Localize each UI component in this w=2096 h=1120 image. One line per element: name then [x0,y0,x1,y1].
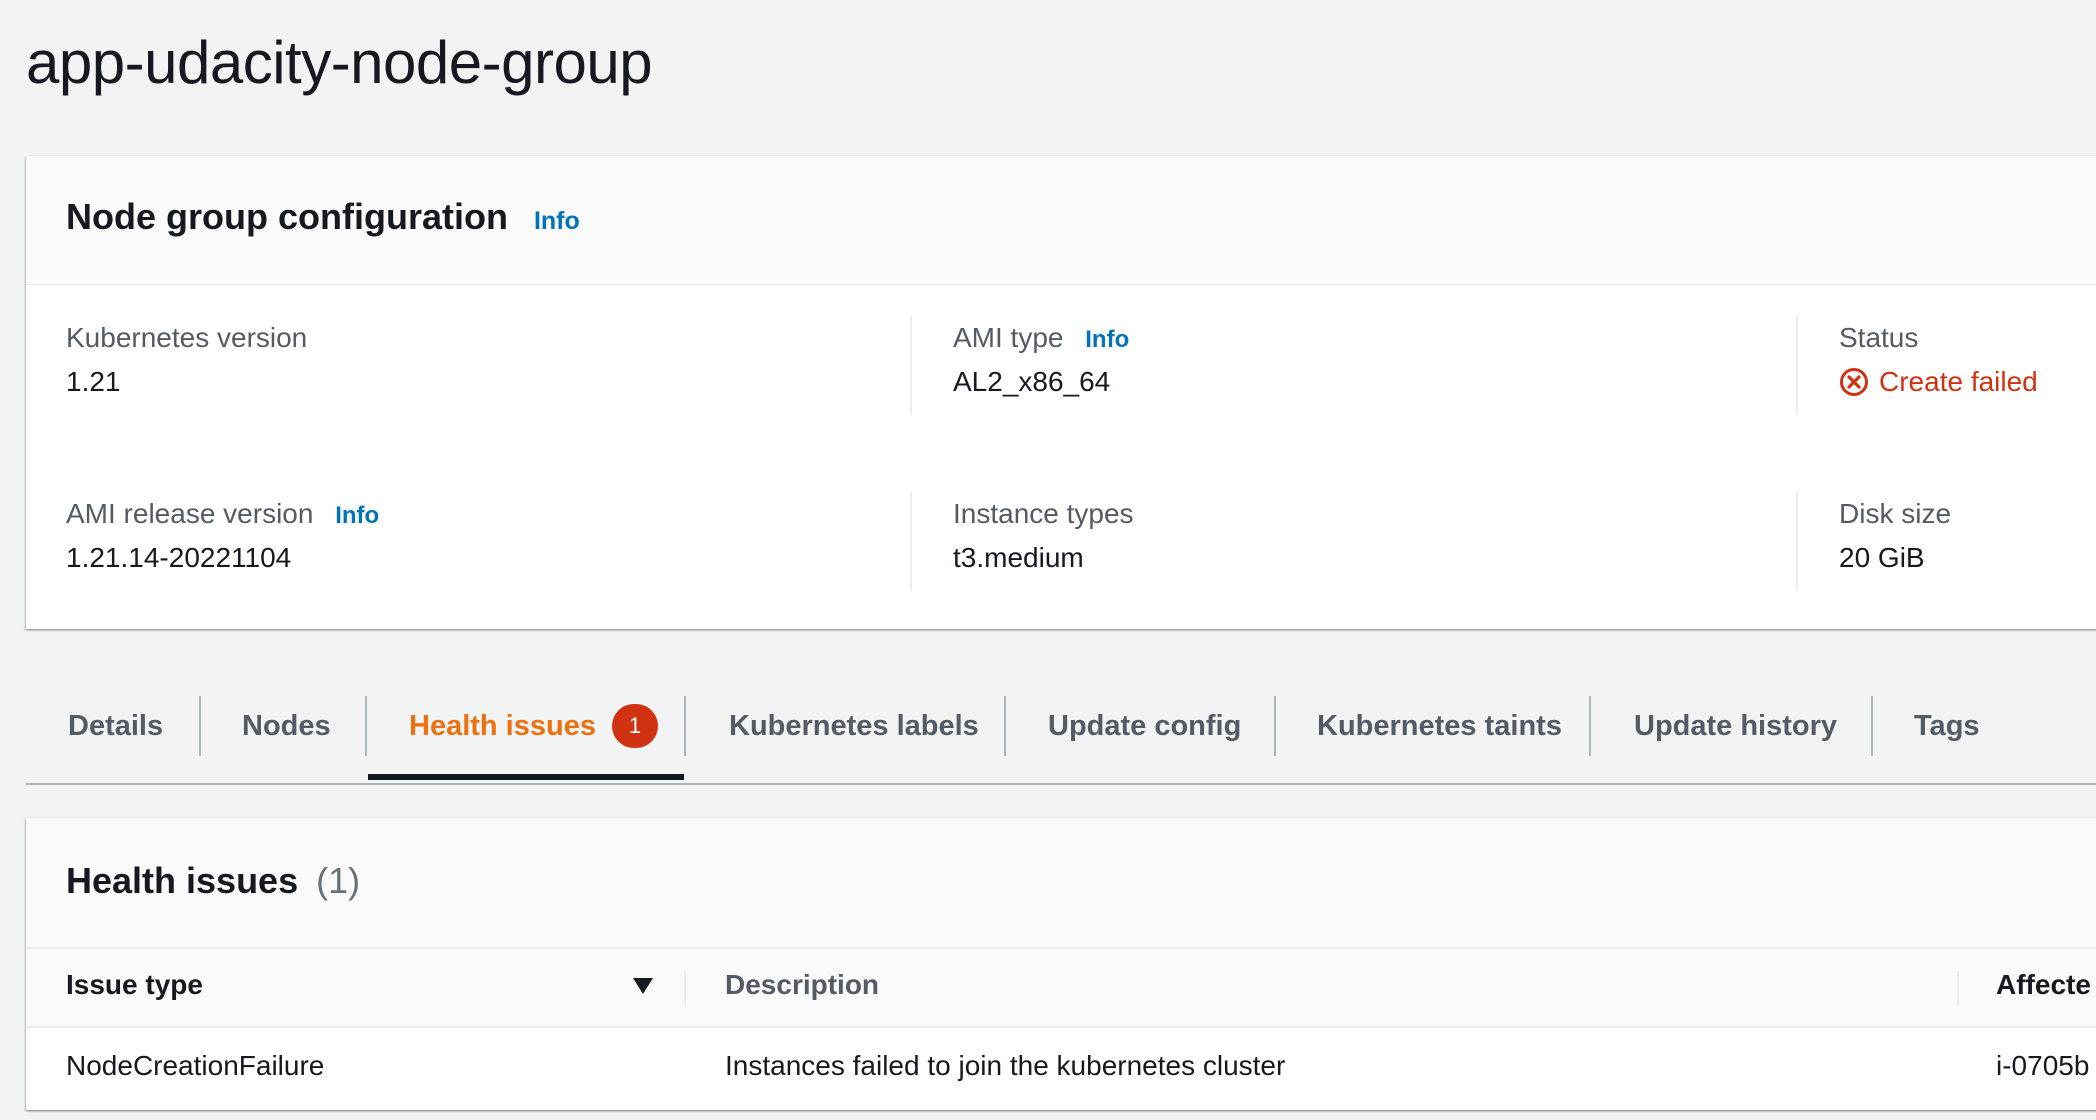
health-issues-title: Health issues (1) [66,860,360,902]
status-value: Create failed [1839,366,2038,398]
error-circle-x-icon [1839,367,1869,397]
instance-types-field: Instance types t3.medium [953,498,1134,574]
tab-bar: Details Nodes Health issues 1 Kubernetes… [26,670,2096,785]
kubernetes-version-label: Kubernetes version [66,322,308,353]
tab-separator [684,696,686,756]
status-label: Status [1839,322,1919,353]
health-issues-title-text: Health issues [66,860,299,901]
ami-type-label-row: AMI type Info [953,322,1129,354]
tab-separator [365,696,367,756]
panel-header: Node group configuration Info [26,156,2096,285]
cell-description: Instances failed to join the kubernetes … [725,1050,1286,1081]
tab-update-config[interactable]: Update config [1048,696,1241,756]
column-divider[interactable] [1957,971,1959,1007]
tab-separator [1871,696,1873,756]
column-header-affected[interactable]: Affecte [1996,969,2091,1001]
status-field: Status Create failed [1839,322,2038,398]
tab-separator [1274,696,1276,756]
health-issues-header: Health issues (1) [26,818,2096,947]
column-header-description[interactable]: Description [725,969,879,1001]
node-group-configuration-panel: Node group configuration Info Kubernetes… [26,156,2096,629]
health-issues-count-badge: 1 [611,704,658,748]
tab-separator [1004,696,1006,756]
cell-affected[interactable]: i-0705b [1996,1050,2089,1082]
panel-info-link[interactable]: Info [534,207,580,235]
ami-release-version-field: AMI release version Info 1.21.14-2022110… [66,498,379,574]
tab-separator [199,696,201,756]
ami-type-label: AMI type [953,322,1064,353]
health-issues-count: (1) [316,860,361,901]
ami-release-version-label: AMI release version [66,498,314,529]
ami-release-version-info-link[interactable]: Info [335,502,379,529]
status-value-text: Create failed [1879,366,2038,397]
tab-separator [1589,696,1591,756]
disk-size-value: 20 GiB [1839,542,1925,573]
tab-details[interactable]: Details [68,696,163,756]
tab-update-history[interactable]: Update history [1634,696,1837,756]
column-divider [1796,316,1798,414]
active-tab-indicator [368,774,684,780]
page-title: app-udacity-node-group [26,29,653,96]
ami-type-info-link[interactable]: Info [1085,326,1129,353]
column-divider [910,492,912,590]
tab-health-issues[interactable]: Health issues 1 [409,696,658,756]
ami-type-field: AMI type Info AL2_x86_64 [953,322,1129,398]
table-header-row: Issue type Description Affecte [26,947,2096,1028]
ami-release-version-label-row: AMI release version Info [66,498,379,530]
disk-size-label: Disk size [1839,498,1952,529]
kubernetes-version-value: 1.21 [66,366,121,397]
page: app-udacity-node-group Node group config… [0,0,2096,1120]
ami-type-value: AL2_x86_64 [953,366,1111,397]
panel-title-text: Node group configuration [66,196,508,237]
instance-types-label: Instance types [953,498,1134,529]
tab-kubernetes-taints[interactable]: Kubernetes taints [1317,696,1562,756]
disk-size-field: Disk size 20 GiB [1839,498,1951,574]
tab-kubernetes-labels[interactable]: Kubernetes labels [729,696,979,756]
tab-tags[interactable]: Tags [1914,696,1980,756]
cell-issue-type: NodeCreationFailure [66,1050,325,1081]
tab-nodes[interactable]: Nodes [242,696,331,756]
health-issues-panel: Health issues (1) Issue type Description… [26,818,2096,1110]
ami-release-version-value: 1.21.14-20221104 [66,542,292,573]
sort-descending-icon[interactable] [632,977,654,1000]
column-divider [910,316,912,414]
instance-types-value: t3.medium [953,542,1084,573]
tab-health-issues-label: Health issues [409,709,596,742]
kubernetes-version-field: Kubernetes version 1.21 [66,322,307,398]
column-divider[interactable] [684,971,686,1007]
panel-title: Node group configuration Info [66,196,580,238]
column-header-issue-type[interactable]: Issue type [66,969,203,1001]
column-divider [1796,492,1798,590]
